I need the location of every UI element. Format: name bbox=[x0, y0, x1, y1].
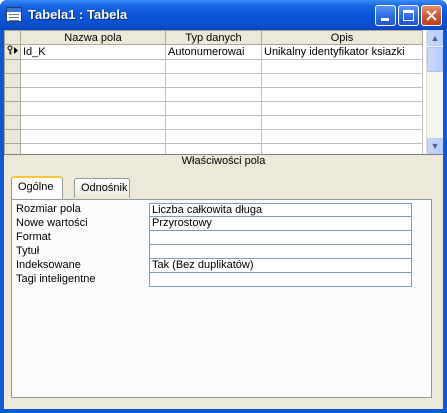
field-name-cell[interactable] bbox=[20, 87, 166, 102]
scroll-up-button[interactable]: ▲ bbox=[427, 30, 443, 46]
property-label-new-values: Nowe wartości bbox=[16, 217, 88, 229]
scroll-thumb[interactable] bbox=[427, 47, 443, 72]
description-cell[interactable] bbox=[261, 73, 423, 88]
field-name-cell[interactable] bbox=[20, 129, 166, 144]
tab-general[interactable]: Ogólne bbox=[11, 176, 63, 199]
description-cell[interactable] bbox=[261, 59, 423, 74]
property-row: Nowe wartości Przyrostowy bbox=[16, 217, 420, 231]
column-header-data-type[interactable]: Typ danych bbox=[165, 30, 262, 45]
corner-cell[interactable] bbox=[4, 30, 21, 45]
description-cell[interactable] bbox=[261, 101, 423, 116]
data-type-cell[interactable] bbox=[165, 87, 262, 102]
vertical-scrollbar[interactable]: ▲ ▼ bbox=[426, 30, 443, 154]
row-selector[interactable] bbox=[4, 44, 21, 60]
data-type-cell[interactable] bbox=[165, 129, 262, 144]
property-row: Indeksowane Tak (Bez duplikatów) bbox=[16, 259, 420, 273]
tab-lookup-label: Odnośnik bbox=[81, 182, 128, 194]
field-name-cell[interactable] bbox=[20, 115, 166, 130]
field-table-header: Nazwa pola Typ danych Opis bbox=[4, 30, 423, 45]
table-row[interactable] bbox=[4, 115, 423, 130]
table-app-icon[interactable] bbox=[6, 7, 22, 22]
minimize-icon bbox=[381, 18, 389, 21]
field-properties-label: Właściwości pola bbox=[181, 155, 266, 167]
arrow-up-icon: ▲ bbox=[430, 33, 440, 43]
window-title: Tabela1 : Tabela bbox=[28, 7, 128, 22]
property-label-indexed: Indeksowane bbox=[16, 259, 81, 271]
tab-lookup[interactable]: Odnośnik bbox=[74, 178, 130, 198]
table-row[interactable] bbox=[4, 143, 423, 154]
property-value-field-size[interactable]: Liczba całkowita długa bbox=[149, 203, 412, 217]
description-cell[interactable] bbox=[261, 129, 423, 144]
description-cell[interactable] bbox=[261, 115, 423, 130]
property-row: Tytuł bbox=[16, 245, 420, 259]
description-cell[interactable] bbox=[261, 87, 423, 102]
maximize-button[interactable] bbox=[398, 5, 419, 26]
row-selector[interactable] bbox=[4, 73, 21, 88]
close-button[interactable] bbox=[421, 5, 442, 26]
tab-general-label: Ogólne bbox=[18, 181, 54, 193]
row-selector[interactable] bbox=[4, 101, 21, 116]
field-grid: Nazwa pola Typ danych Opis Id_K Autonumer… bbox=[4, 30, 443, 155]
arrow-down-icon: ▼ bbox=[430, 141, 440, 151]
data-type-cell[interactable] bbox=[165, 115, 262, 130]
scroll-down-button[interactable]: ▼ bbox=[427, 138, 443, 154]
column-header-description[interactable]: Opis bbox=[261, 30, 423, 45]
column-header-field-name[interactable]: Nazwa pola bbox=[20, 30, 166, 45]
description-cell[interactable]: Unikalny identyfikator ksiazki bbox=[261, 44, 423, 60]
table-row[interactable] bbox=[4, 73, 423, 88]
window-client-area: Nazwa pola Typ danych Opis Id_K Autonumer… bbox=[4, 30, 443, 409]
table-row[interactable] bbox=[4, 59, 423, 74]
property-row: Rozmiar pola Liczba całkowita długa bbox=[16, 203, 420, 217]
close-icon bbox=[426, 10, 437, 21]
data-type-cell[interactable] bbox=[165, 73, 262, 88]
title-bar[interactable]: Tabela1 : Tabela bbox=[0, 0, 447, 30]
property-label-caption: Tytuł bbox=[16, 245, 40, 257]
property-row: Tagi inteligentne bbox=[16, 273, 420, 287]
property-label-smart-tags: Tagi inteligentne bbox=[16, 273, 96, 285]
field-name-cell[interactable] bbox=[20, 101, 166, 116]
row-selector[interactable] bbox=[4, 143, 21, 154]
field-name-cell[interactable]: Id_K bbox=[20, 44, 166, 60]
description-cell[interactable] bbox=[261, 143, 423, 154]
property-value-indexed[interactable]: Tak (Bez duplikatów) bbox=[149, 259, 412, 273]
data-type-cell[interactable] bbox=[165, 59, 262, 74]
table-row[interactable]: Id_K Autonumerowai Unikalny identyfikator … bbox=[4, 44, 423, 60]
property-value-caption[interactable] bbox=[149, 245, 412, 259]
data-type-cell[interactable] bbox=[165, 101, 262, 116]
general-properties-panel: Rozmiar pola Liczba całkowita długa Nowe… bbox=[11, 199, 432, 398]
field-name-cell[interactable] bbox=[20, 59, 166, 74]
field-table: Nazwa pola Typ danych Opis Id_K Autonumer… bbox=[4, 30, 423, 154]
data-type-cell[interactable] bbox=[165, 143, 262, 154]
property-value-format[interactable] bbox=[149, 231, 412, 245]
property-label-field-size: Rozmiar pola bbox=[16, 203, 81, 215]
minimize-button[interactable] bbox=[375, 5, 396, 26]
property-value-smart-tags[interactable] bbox=[149, 273, 412, 287]
table-row[interactable] bbox=[4, 87, 423, 102]
row-selector[interactable] bbox=[4, 129, 21, 144]
maximize-icon bbox=[403, 10, 414, 21]
table-row[interactable] bbox=[4, 129, 423, 144]
data-type-cell[interactable]: Autonumerowai bbox=[165, 44, 262, 60]
row-selector[interactable] bbox=[4, 87, 21, 102]
property-value-new-values[interactable]: Przyrostowy bbox=[149, 217, 412, 231]
table-design-window: Tabela1 : Tabela Nazwa pola Typ danych O… bbox=[0, 0, 447, 413]
table-row[interactable] bbox=[4, 101, 423, 116]
property-label-format: Format bbox=[16, 231, 51, 243]
field-name-cell[interactable] bbox=[20, 73, 166, 88]
row-selector[interactable] bbox=[4, 59, 21, 74]
field-name-cell[interactable] bbox=[20, 143, 166, 154]
property-row: Format bbox=[16, 231, 420, 245]
primary-key-arrow-icon bbox=[6, 45, 20, 59]
row-selector[interactable] bbox=[4, 115, 21, 130]
